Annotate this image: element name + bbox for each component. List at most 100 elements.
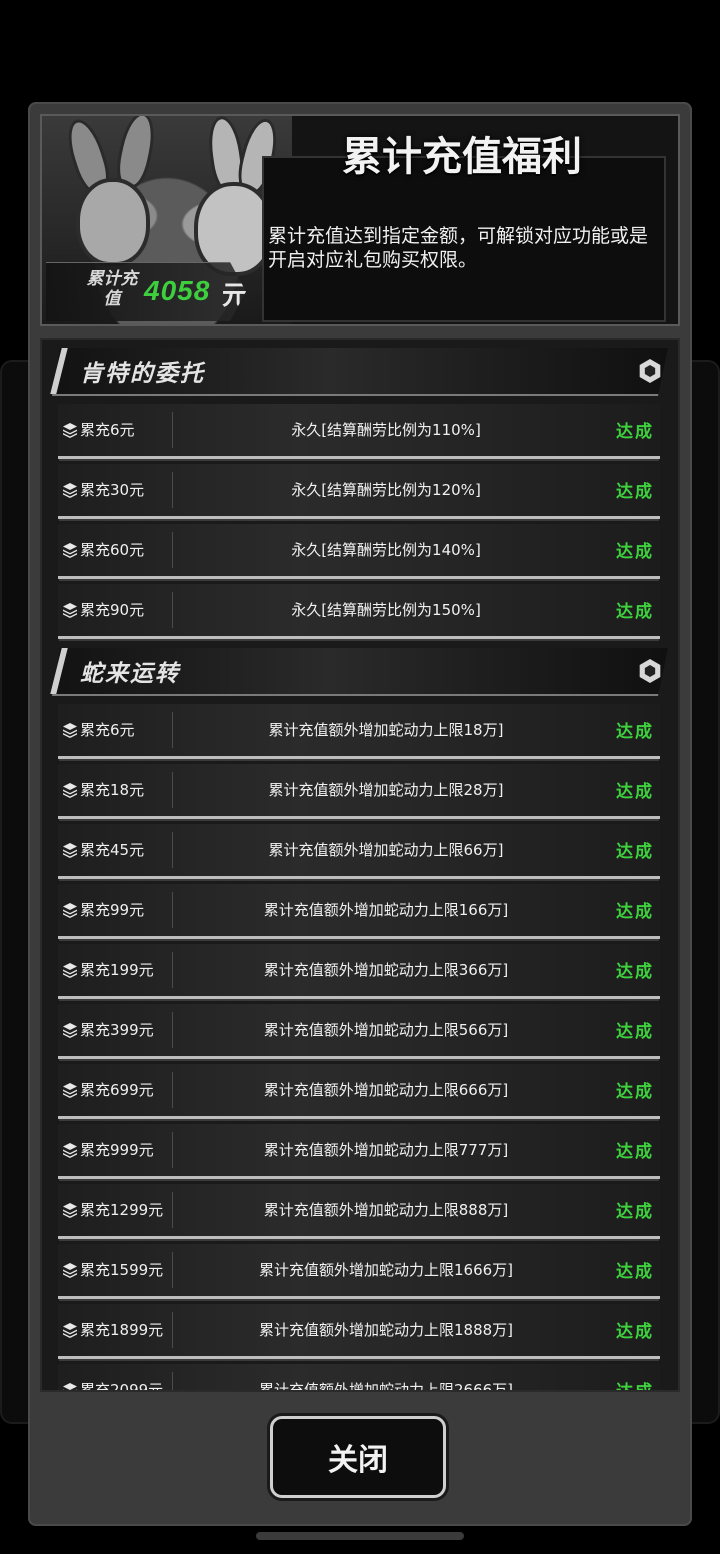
row-divider <box>172 1312 173 1348</box>
status-achieved: 达成 <box>616 1082 654 1102</box>
recharge-threshold: 累充99元 <box>80 901 145 919</box>
row-divider <box>172 412 173 448</box>
reward-description: 永久[结算酬劳比例为120%] <box>291 481 481 499</box>
row-divider <box>172 1072 173 1108</box>
total-recharge-label: 累计充值 <box>86 269 138 308</box>
status-achieved: 达成 <box>616 542 654 562</box>
reward-description: 累计充值额外增加蛇动力上限166万] <box>263 901 509 919</box>
reward-description: 累计充值额外增加蛇动力上限28万] <box>268 781 504 799</box>
layers-icon <box>62 1262 78 1278</box>
reward-description: 累计充值额外增加蛇动力上限666万] <box>263 1081 509 1099</box>
row-divider <box>172 832 173 868</box>
status-achieved: 达成 <box>616 482 654 502</box>
status-achieved: 达成 <box>616 1202 654 1222</box>
layers-icon <box>62 1202 78 1218</box>
reward-row: 累充18元 累计充值额外增加蛇动力上限28万] 达成 <box>42 760 678 820</box>
reward-description: 累计充值额外增加蛇动力上限777万] <box>263 1141 509 1159</box>
total-recharge-amount: 4058 <box>144 275 211 306</box>
reward-row-bar: 累充1899元 累计充值额外增加蛇动力上限1888万] 达成 <box>58 1304 660 1359</box>
layers-icon <box>62 482 78 498</box>
row-divider <box>172 892 173 928</box>
row-divider <box>172 472 173 508</box>
status-achieved: 达成 <box>616 1322 654 1342</box>
reward-row-bar: 累充399元 累计充值额外增加蛇动力上限566万] 达成 <box>58 1004 660 1059</box>
recharge-threshold: 累充399元 <box>80 1021 154 1039</box>
reward-row: 累充399元 累计充值额外增加蛇动力上限566万] 达成 <box>42 1000 678 1060</box>
status-achieved: 达成 <box>616 962 654 982</box>
row-divider <box>172 1132 173 1168</box>
layers-icon <box>62 422 78 438</box>
layers-icon <box>62 722 78 738</box>
section-header: 蛇来运转 <box>42 640 678 700</box>
reward-description: 累计充值额外增加蛇动力上限2666万] <box>258 1381 514 1392</box>
close-button[interactable]: 关闭 <box>270 1416 446 1498</box>
reward-row-bar: 累充90元 永久[结算酬劳比例为150%] 达成 <box>58 584 660 639</box>
layers-icon <box>62 542 78 558</box>
recharge-threshold: 累充90元 <box>80 601 145 619</box>
reward-row-bar: 累充45元 累计充值额外增加蛇动力上限66万] 达成 <box>58 824 660 879</box>
recharge-threshold: 累充6元 <box>80 421 135 439</box>
reward-row: 累充30元 永久[结算酬劳比例为120%] 达成 <box>42 460 678 520</box>
recharge-threshold: 累充6元 <box>80 721 135 739</box>
row-divider <box>172 1252 173 1288</box>
home-indicator <box>256 1532 464 1540</box>
layers-icon <box>62 962 78 978</box>
reward-row-bar: 累充6元 累计充值额外增加蛇动力上限18万] 达成 <box>58 704 660 759</box>
status-achieved: 达成 <box>616 722 654 742</box>
row-divider <box>172 772 173 808</box>
reward-row-bar: 累充199元 累计充值额外增加蛇动力上限366万] 达成 <box>58 944 660 999</box>
recharge-threshold: 累充699元 <box>80 1081 154 1099</box>
reward-row-bar: 累充18元 累计充值额外增加蛇动力上限28万] 达成 <box>58 764 660 819</box>
recharge-threshold: 累充18元 <box>80 781 145 799</box>
reward-row-bar: 累充2099元 累计充值额外增加蛇动力上限2666万] 达成 <box>58 1364 660 1392</box>
reward-row-bar: 累充1299元 累计充值额外增加蛇动力上限888万] 达成 <box>58 1184 660 1239</box>
layers-icon <box>62 1082 78 1098</box>
row-divider <box>172 712 173 748</box>
reward-row: 累充199元 累计充值额外增加蛇动力上限366万] 达成 <box>42 940 678 1000</box>
reward-row: 累充999元 累计充值额外增加蛇动力上限777万] 达成 <box>42 1120 678 1180</box>
reward-row-bar: 累充999元 累计充值额外增加蛇动力上限777万] 达成 <box>58 1124 660 1179</box>
reward-row-bar: 累充60元 永久[结算酬劳比例为140%] 达成 <box>58 524 660 579</box>
dialog-description: 累计充值达到指定金额，可解锁对应功能或是开启对应礼包购买权限。 <box>268 225 649 271</box>
status-achieved: 达成 <box>616 902 654 922</box>
status-achieved: 达成 <box>616 602 654 622</box>
reward-row-bar: 累充99元 累计充值额外增加蛇动力上限166万] 达成 <box>58 884 660 939</box>
section-title: 肯特的委托 <box>80 361 205 387</box>
layers-icon <box>62 842 78 858</box>
recharge-benefits-dialog: 累计充值福利 累计充值达到指定金额，可解锁对应功能或是开启对应礼包购买权限。 累… <box>28 102 692 1526</box>
status-achieved: 达成 <box>616 1382 654 1392</box>
recharge-threshold: 累充1899元 <box>80 1321 164 1339</box>
row-divider <box>172 952 173 988</box>
reward-row: 累充90元 永久[结算酬劳比例为150%] 达成 <box>42 580 678 640</box>
reward-description: 累计充值额外增加蛇动力上限1666万] <box>258 1261 514 1279</box>
layers-icon <box>62 1142 78 1158</box>
reward-row: 累充99元 累计充值额外增加蛇动力上限166万] 达成 <box>42 880 678 940</box>
reward-row-bar: 累充1599元 累计充值额外增加蛇动力上限1666万] 达成 <box>58 1244 660 1299</box>
reward-description: 永久[结算酬劳比例为150%] <box>291 601 481 619</box>
status-achieved: 达成 <box>616 1022 654 1042</box>
section-title: 蛇来运转 <box>80 661 180 687</box>
recharge-threshold: 累充999元 <box>80 1141 154 1159</box>
reward-row-bar: 累充6元 永久[结算酬劳比例为110%] 达成 <box>58 404 660 459</box>
reward-row: 累充60元 永久[结算酬劳比例为140%] 达成 <box>42 520 678 580</box>
recharge-threshold: 累充30元 <box>80 481 145 499</box>
status-achieved: 达成 <box>616 782 654 802</box>
reward-row: 累充6元 累计充值额外增加蛇动力上限18万] 达成 <box>42 700 678 760</box>
status-achieved: 达成 <box>616 1142 654 1162</box>
status-achieved: 达成 <box>616 842 654 862</box>
recharge-threshold: 累充45元 <box>80 841 145 859</box>
reward-row: 累充1599元 累计充值额外增加蛇动力上限1666万] 达成 <box>42 1240 678 1300</box>
layers-icon <box>62 1322 78 1338</box>
recharge-threshold: 累充60元 <box>80 541 145 559</box>
dialog-header: 累计充值福利 累计充值达到指定金额，可解锁对应功能或是开启对应礼包购买权限。 累… <box>40 114 680 326</box>
layers-icon <box>62 602 78 618</box>
reward-description: 累计充值额外增加蛇动力上限566万] <box>263 1021 509 1039</box>
recharge-threshold: 累充1299元 <box>80 1201 164 1219</box>
layers-icon <box>62 1022 78 1038</box>
character-face <box>76 178 150 266</box>
reward-row: 累充45元 累计充值额外增加蛇动力上限66万] 达成 <box>42 820 678 880</box>
reward-row-bar: 累充30元 永久[结算酬劳比例为120%] 达成 <box>58 464 660 519</box>
recharge-threshold: 累充2099元 <box>80 1381 164 1392</box>
reward-description: 累计充值额外增加蛇动力上限1888万] <box>258 1321 514 1339</box>
rewards-list[interactable]: 肯特的委托 累充6元 永久[结算酬劳比例为110%] 达成 累充30元 永久[结算酬劳比例… <box>40 338 680 1392</box>
